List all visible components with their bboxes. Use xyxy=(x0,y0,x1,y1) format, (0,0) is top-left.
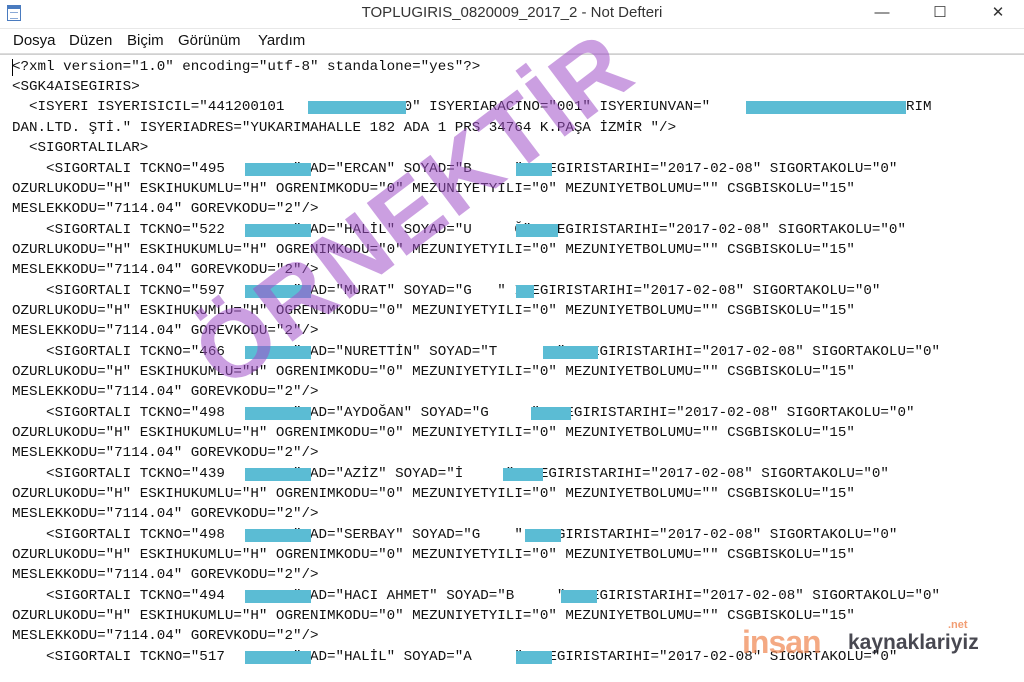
redaction-bar xyxy=(245,346,311,359)
editor-line: MESLEKKODU="7114.04" GOREVKODU="2"/> xyxy=(12,445,319,461)
editor-line: MESLEKKODU="7114.04" GOREVKODU="2"/> xyxy=(12,323,319,339)
redaction-bar xyxy=(531,407,571,420)
editor-line: <SIGORTALI TCKNO="498 6" AD="AYDOĞAN" SO… xyxy=(12,405,915,421)
editor-line: OZURLUKODU="H" ESKIHUKUMLU="H" OGRENIMKO… xyxy=(12,547,855,563)
redaction-bar xyxy=(245,407,311,420)
editor-line: OZURLUKODU="H" ESKIHUKUMLU="H" OGRENIMKO… xyxy=(12,608,855,624)
editor-line: MESLEKKODU="7114.04" GOREVKODU="2"/> xyxy=(12,506,319,522)
redaction-bar xyxy=(746,101,906,114)
editor-line: <SIGORTALI TCKNO="466 8" AD="NURETTİN" S… xyxy=(12,344,941,360)
editor-line: MESLEKKODU="7114.04" GOREVKODU="2"/> xyxy=(12,567,319,583)
maximize-button[interactable]: ☐ xyxy=(918,0,962,28)
redaction-bar xyxy=(516,224,558,237)
redaction-bar xyxy=(245,224,311,237)
redaction-bar xyxy=(525,529,561,542)
menu-bar: Dosya Düzen Biçim Görünüm Yardım xyxy=(0,29,1024,54)
text-editor[interactable]: <?xml version="1.0" encoding="utf-8" sta… xyxy=(0,54,1024,682)
redaction-bar xyxy=(245,590,311,603)
editor-line: MESLEKKODU="7114.04" GOREVKODU="2"/> xyxy=(12,628,319,644)
editor-line: OZURLUKODU="H" ESKIHUKUMLU="H" OGRENIMKO… xyxy=(12,181,855,197)
editor-line: MESLEKKODU="7114.04" GOREVKODU="2"/> xyxy=(12,262,319,278)
editor-line: <SIGORTALI TCKNO="522 0" AD="HALİL" SOYA… xyxy=(12,222,906,238)
redaction-bar xyxy=(516,651,552,664)
redaction-bar xyxy=(245,468,311,481)
menu-edit[interactable]: Düzen xyxy=(68,32,113,49)
editor-line: <SIGORTALI TCKNO="439 2" AD="AZİZ" SOYAD… xyxy=(12,466,889,482)
redaction-bar xyxy=(503,468,543,481)
redaction-bar xyxy=(308,101,406,114)
editor-line: MESLEKKODU="7114.04" GOREVKODU="2"/> xyxy=(12,384,319,400)
notepad-app-icon[interactable] xyxy=(7,5,21,21)
redaction-bar xyxy=(245,651,311,664)
close-button[interactable]: ✕ xyxy=(976,0,1020,28)
editor-line: <SIGORTALI TCKNO="498 2" AD="SERBAY" SOY… xyxy=(12,527,898,543)
editor-line: <SIGORTALI TCKNO="517 8" AD="HALİL" SOYA… xyxy=(12,649,898,665)
minimize-button[interactable]: — xyxy=(860,0,904,28)
menu-file[interactable]: Dosya xyxy=(12,32,57,49)
menu-format[interactable]: Biçim xyxy=(126,32,165,49)
editor-line: MESLEKKODU="7114.04" GOREVKODU="2"/> xyxy=(12,201,319,217)
redaction-bar xyxy=(245,529,311,542)
redaction-bar xyxy=(516,163,552,176)
editor-line: <SGK4AISEGIRIS> xyxy=(12,79,140,95)
redaction-bar xyxy=(245,285,311,298)
redaction-bar xyxy=(561,590,597,603)
editor-line: OZURLUKODU="H" ESKIHUKUMLU="H" OGRENIMKO… xyxy=(12,425,855,441)
editor-line: OZURLUKODU="H" ESKIHUKUMLU="H" OGRENIMKO… xyxy=(12,364,855,380)
editor-line: OZURLUKODU="H" ESKIHUKUMLU="H" OGRENIMKO… xyxy=(12,242,855,258)
editor-line: <SIGORTALI TCKNO="494 8" AD="HACI AHMET"… xyxy=(12,588,941,604)
title-bar: TOPLUGIRIS_0820009_2017_2 - Not Defteri … xyxy=(0,0,1024,29)
editor-line: <SIGORTALI TCKNO="495 8" AD="ERCAN" SOYA… xyxy=(12,161,898,177)
editor-line: <SIGORTALI TCKNO="597 2" AD="MURAT" SOYA… xyxy=(12,283,881,299)
menu-view[interactable]: Görünüm xyxy=(177,32,242,49)
editor-line: OZURLUKODU="H" ESKIHUKUMLU="H" OGRENIMKO… xyxy=(12,303,855,319)
redaction-bar xyxy=(245,163,311,176)
editor-line: DAN.LTD. ŞTİ." ISYERIADRES="YUKARIMAHALL… xyxy=(12,120,677,136)
editor-line: <?xml version="1.0" encoding="utf-8" sta… xyxy=(12,59,481,75)
editor-line: OZURLUKODU="H" ESKIHUKUMLU="H" OGRENIMKO… xyxy=(12,486,855,502)
menu-help[interactable]: Yardım xyxy=(257,32,306,49)
redaction-bar xyxy=(543,346,598,359)
redaction-bar xyxy=(516,285,534,298)
editor-line: <SIGORTALILAR> xyxy=(12,140,149,156)
